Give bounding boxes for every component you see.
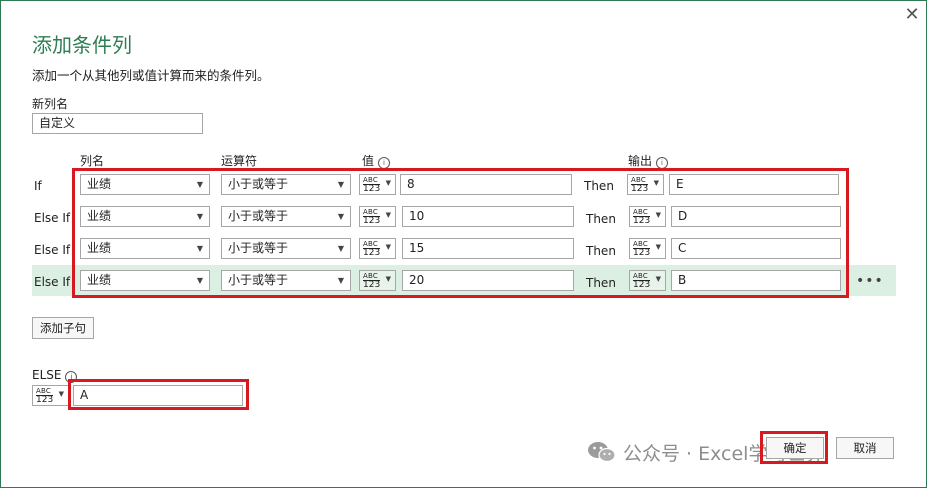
dialog-description: 添加一个从其他列或值计算而来的条件列。 [32, 68, 270, 83]
chevron-down-icon: ▼ [58, 390, 64, 398]
header-operator: 运算符 [221, 154, 258, 168]
add-clause-button[interactable]: 添加子句 [32, 317, 94, 339]
annotation-box-else [68, 379, 249, 410]
header-value: 值i [362, 152, 391, 169]
wechat-icon [587, 440, 617, 469]
more-options-icon[interactable]: ••• [856, 273, 884, 289]
dialog: ✕ 添加条件列 添加一个从其他列或值计算而来的条件列。 新列名 自定义 列名 运… [0, 0, 927, 488]
annotation-box-rows [72, 168, 849, 298]
row-label: Else If [34, 243, 71, 257]
close-icon[interactable]: ✕ [902, 5, 922, 25]
annotation-box-ok [760, 431, 828, 464]
dialog-title: 添加条件列 [32, 33, 132, 57]
row-label: Else If [34, 211, 71, 225]
header-column-name: 列名 [80, 154, 105, 168]
cancel-button[interactable]: 取消 [836, 437, 894, 459]
row-label: If [34, 179, 42, 193]
header-output: 输出 i [628, 152, 669, 169]
new-column-label: 新列名 [32, 97, 69, 111]
else-type-selector[interactable]: ABC 123 ▼ [32, 385, 69, 406]
new-column-input[interactable]: 自定义 [32, 113, 203, 134]
row-label: Else If [34, 275, 71, 289]
